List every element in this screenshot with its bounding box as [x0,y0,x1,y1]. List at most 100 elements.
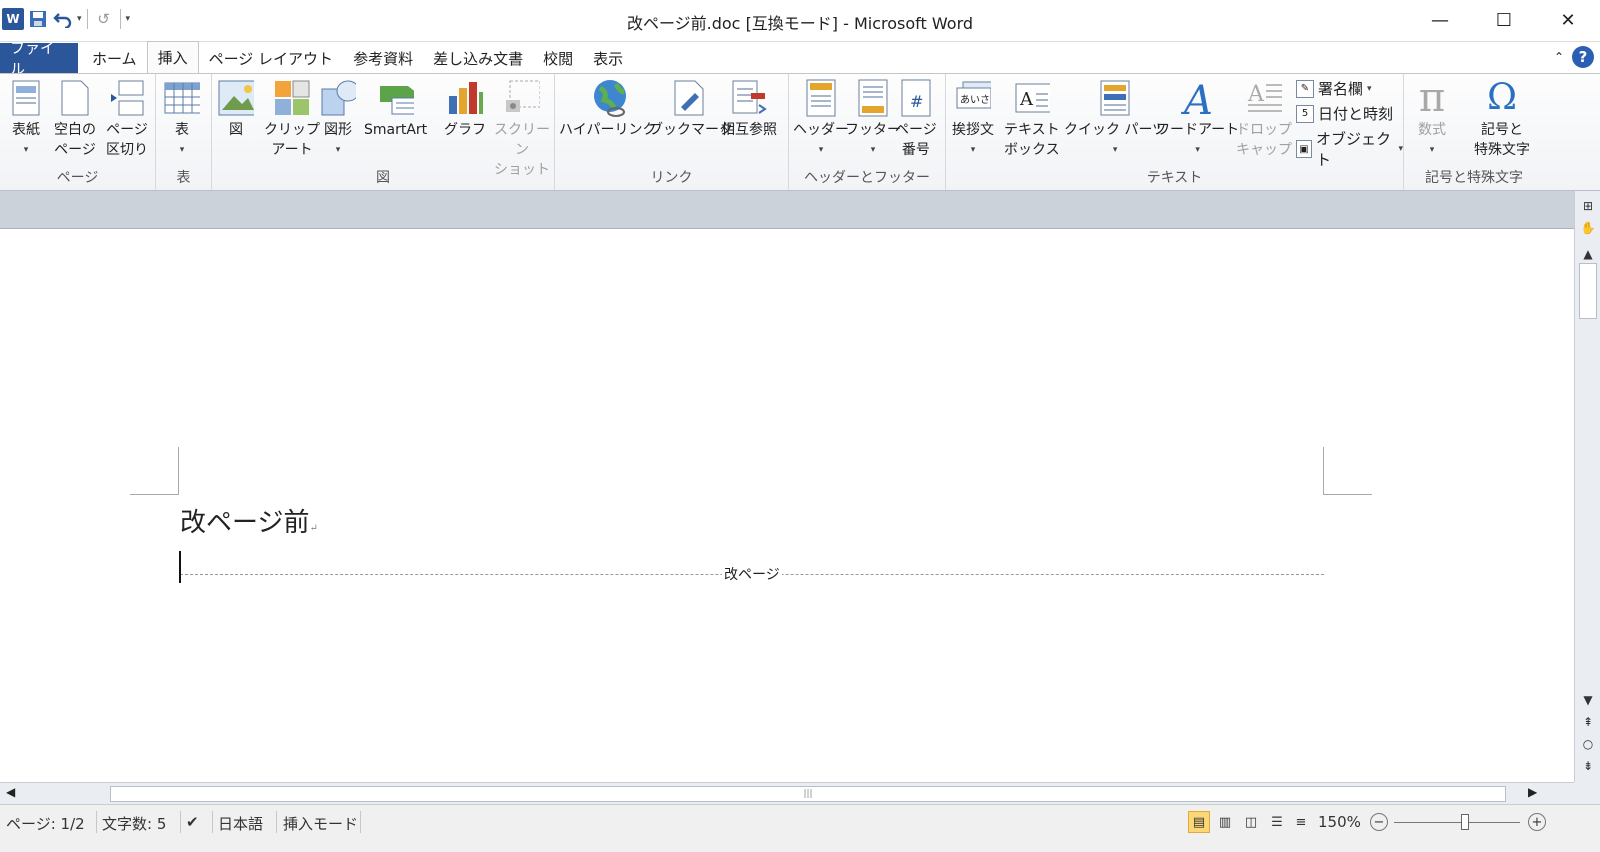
quick-parts-button[interactable]: クイック パーツ ▾ [1064,78,1166,160]
proofing-icon[interactable]: ✔ [186,813,199,831]
outline-view-icon[interactable]: ☰ [1266,811,1288,833]
zoom-level[interactable]: 150% [1318,813,1361,831]
clip-art-button[interactable]: クリップ アート [264,78,320,160]
pi-icon: π [1418,75,1446,121]
draft-view-icon[interactable]: ≡ [1290,811,1312,833]
insert-mode-indicator[interactable]: 挿入モード [283,813,358,834]
table-icon [164,78,200,118]
margin-mark [1323,447,1324,495]
vertical-scrollbar[interactable]: ⊞ ✋ ▲ ▼ ⇞ ○ ⇟ [1574,191,1600,782]
zoom-in-icon[interactable]: + [1528,813,1546,831]
blank-page-button[interactable]: 空白の ページ [54,78,96,160]
screenshot-button[interactable]: スクリーン ショット [490,78,554,180]
footer-button[interactable]: フッター ▾ [845,78,901,160]
minimize-button[interactable]: — [1408,0,1472,40]
zoom-slider-track[interactable] [1394,822,1520,823]
shapes-icon [320,78,356,118]
page-number-icon: # [898,78,934,118]
tab-file[interactable]: ファイル [0,39,78,78]
scroll-right-icon[interactable]: ▶ [1528,785,1537,799]
title-bar: W ▾ ↺ ▾ 改ページ前.doc [互換モード] - Microsoft Wo… [0,0,1600,42]
language-indicator[interactable]: 日本語 [218,813,263,834]
word-count[interactable]: 文字数: 5 [102,813,166,834]
blank-page-icon [57,78,93,118]
date-time-button[interactable]: 5 日付と時刻 [1296,103,1393,124]
screenshot-icon [504,78,540,118]
page-number-button[interactable]: # ページ 番号 [895,78,937,160]
cross-reference-button[interactable]: 相互参照 [721,78,777,140]
tab-home[interactable]: ホーム [82,43,147,73]
text-cursor [179,551,181,583]
zoom-out-icon[interactable]: − [1370,813,1388,831]
browse-object-icon[interactable]: ○ [1579,735,1597,753]
close-button[interactable]: ✕ [1536,0,1600,40]
group-text: あいさつ 挨拶文▾ A テキストボックス クイック パーツ▾ A ワードアート▾… [946,74,1404,190]
document-heading[interactable]: 改ページ前↵ [180,502,318,539]
tab-review[interactable]: 校閲 [533,43,583,73]
picture-icon [218,78,254,118]
hyperlink-button[interactable]: ハイパーリンク [559,78,656,140]
cover-page-button[interactable]: 表紙 ▾ [8,78,44,160]
ribbon-tabs: ファイル ホーム 挿入 ページ レイアウト 参考資料 差し込み文書 校閲 表示 … [0,39,1600,78]
equation-button[interactable]: π 数式 ▾ [1414,78,1450,160]
drop-cap-button[interactable]: A ドロップ キャップ [1236,78,1292,160]
object-button[interactable]: ▣ オブジェクト ▾ [1296,128,1403,170]
help-icon[interactable]: ? [1572,46,1594,68]
cross-reference-icon [731,78,767,118]
group-table: 表 ▾ 表 [156,74,212,190]
ruler-area [0,191,1574,229]
smartart-button[interactable]: SmartArt [364,78,427,140]
vertical-scroll-thumb[interactable] [1579,263,1597,319]
header-button[interactable]: ヘッダー ▾ [793,78,849,160]
page-break-button[interactable]: ページ 区切り [106,78,148,160]
tab-view[interactable]: 表示 [583,43,633,73]
calendar-icon: 5 [1296,104,1314,123]
tab-mailings[interactable]: 差し込み文書 [423,43,533,73]
picture-button[interactable]: 図 [218,78,254,140]
zoom-slider-thumb[interactable] [1461,814,1469,830]
footer-icon [855,78,891,118]
group-page: 表紙 ▾ 空白の ページ ページ 区切り ページ [0,74,156,190]
tab-insert[interactable]: 挿入 [146,41,199,73]
margin-mark [130,494,179,495]
next-page-icon[interactable]: ⇟ [1579,757,1597,775]
margin-mark [1323,494,1372,495]
horizontal-scrollbar[interactable]: ◀ ||| ▶ [0,782,1574,804]
svg-text:#: # [910,92,923,111]
horizontal-scroll-thumb[interactable]: ||| [110,786,1506,802]
web-layout-icon[interactable]: ◫ [1240,811,1262,833]
print-layout-icon[interactable]: ▤ [1188,811,1210,833]
group-illustrations: 図 クリップ アート 図形 ▾ SmartArt グラフ スクリーン ショット 図 [212,74,555,190]
signature-line-button[interactable]: ✎ 署名欄 ▾ [1296,78,1372,99]
minimize-ribbon-icon[interactable]: ⌃ [1554,50,1564,64]
text-box-button[interactable]: A テキスト ボックス [1004,78,1060,160]
omega-icon: Ω [1487,77,1517,118]
shapes-button[interactable]: 図形 ▾ [320,78,356,160]
svg-text:A: A [1180,78,1213,118]
ribbon: 表紙 ▾ 空白の ページ ページ 区切り ページ 表 ▾ 表 図 クリップ アート [0,73,1600,191]
ruler-toggle-icon[interactable]: ⊞ [1579,197,1597,215]
greeting-icon: あいさつ [955,78,991,118]
page-break-icon [109,78,145,118]
previous-page-icon[interactable]: ⇞ [1579,713,1597,731]
svg-text:A: A [1247,82,1265,107]
svg-text:あいさつ: あいさつ [960,94,991,106]
chart-button[interactable]: グラフ [444,78,486,140]
cover-page-icon [8,78,44,118]
full-screen-reading-icon[interactable]: ▥ [1214,811,1236,833]
page-count[interactable]: ページ: 1/2 [6,813,85,834]
tab-references[interactable]: 参考資料 [343,43,423,73]
group-header-footer: ヘッダー ▾ フッター ▾ # ページ 番号 ヘッダーとフッター [789,74,946,190]
greeting-button[interactable]: あいさつ 挨拶文▾ [952,78,994,160]
maximize-button[interactable]: ☐ [1472,0,1536,40]
globe-link-icon [590,78,626,118]
hand-icon[interactable]: ✋ [1579,219,1597,237]
wordart-button[interactable]: A ワードアート ▾ [1156,78,1239,160]
tab-page-layout[interactable]: ページ レイアウト [199,43,343,73]
scroll-left-icon[interactable]: ◀ [6,785,15,799]
scroll-corner [1574,782,1600,804]
scroll-up-icon[interactable]: ▲ [1579,245,1597,263]
scroll-down-icon[interactable]: ▼ [1579,691,1597,709]
symbol-button[interactable]: Ω 記号と 特殊文字 [1474,78,1530,160]
table-button[interactable]: 表 ▾ [164,78,200,160]
